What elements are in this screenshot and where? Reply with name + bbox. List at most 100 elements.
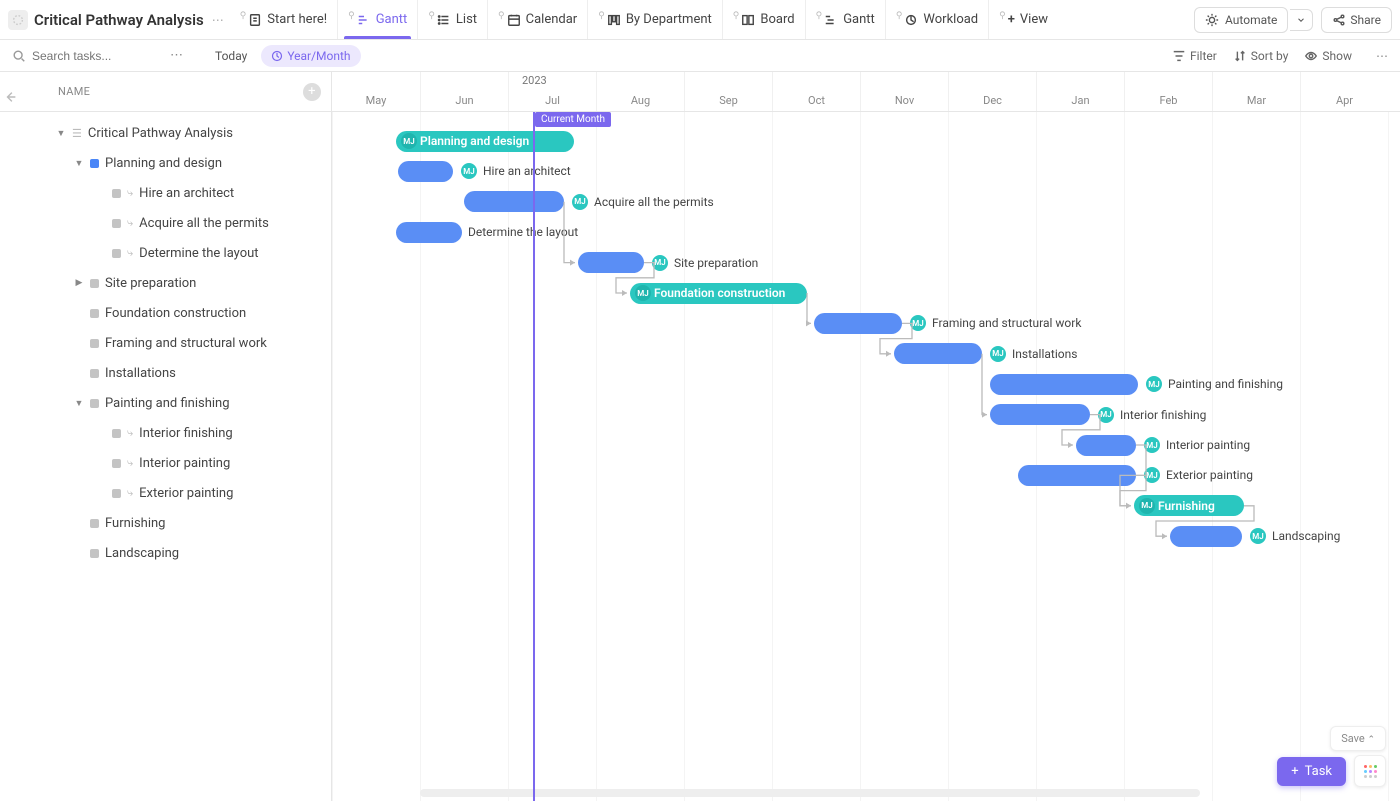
tree-row[interactable]: Exterior painting (40, 478, 323, 508)
status-icon[interactable] (90, 519, 99, 528)
pin-icon[interactable]: ⋯ (212, 13, 224, 27)
automate-caret[interactable] (1290, 9, 1313, 31)
gantt-body[interactable]: Current MonthMJPlanning and designMJHire… (332, 112, 1400, 801)
tree-row[interactable]: ▼☰Critical Pathway Analysis (40, 118, 323, 148)
sort-button[interactable]: Sort by (1233, 49, 1289, 63)
assignee-avatar[interactable]: MJ (1250, 528, 1266, 544)
new-task-button[interactable]: +Task (1277, 757, 1346, 786)
gantt-bar-row[interactable]: MJSite preparation (578, 252, 758, 274)
status-icon[interactable] (112, 219, 121, 228)
gantt-bar[interactable]: MJPlanning and design (396, 131, 574, 152)
assignee-avatar[interactable]: MJ (990, 346, 1006, 362)
caret-down-icon[interactable]: ▼ (74, 398, 84, 409)
horizontal-scrollbar[interactable] (420, 789, 1200, 797)
view-tab-board[interactable]: ⚲Board (722, 0, 805, 39)
view-tab-workload[interactable]: ⚲Workload (885, 0, 988, 39)
assignee-avatar[interactable]: MJ (1146, 376, 1162, 392)
assignee-avatar[interactable]: MJ (635, 285, 651, 301)
gantt-bar[interactable]: MJFurnishing (1134, 495, 1244, 516)
gantt-bar[interactable]: MJFoundation construction (630, 283, 807, 304)
gantt-bar[interactable] (578, 252, 644, 273)
status-icon[interactable] (90, 309, 99, 318)
caret-down-icon[interactable]: ▼ (56, 128, 66, 139)
status-icon[interactable] (90, 369, 99, 378)
gantt-bar[interactable] (398, 161, 453, 182)
gantt-bar[interactable] (464, 191, 564, 212)
tree-row[interactable]: Landscaping (40, 538, 323, 568)
sidebar-collapse-icon[interactable] (4, 90, 18, 108)
caret-right-icon[interactable]: ▶ (74, 278, 84, 288)
assignee-avatar[interactable]: MJ (910, 315, 926, 331)
add-column-icon[interactable]: + (303, 83, 321, 101)
tree-row[interactable]: Installations (40, 358, 323, 388)
tree-row[interactable]: Foundation construction (40, 298, 323, 328)
caret-down-icon[interactable]: ▼ (74, 158, 84, 169)
tree-row[interactable]: Furnishing (40, 508, 323, 538)
gantt-bar[interactable] (894, 343, 982, 364)
apps-button[interactable] (1354, 755, 1386, 787)
tree-row[interactable]: Interior finishing (40, 418, 323, 448)
assignee-avatar[interactable]: MJ (461, 163, 477, 179)
gantt-bar-row[interactable]: MJInstallations (894, 343, 1077, 365)
save-button[interactable]: Save ⌃ (1330, 726, 1386, 751)
tree-row[interactable]: Framing and structural work (40, 328, 323, 358)
gantt-bar[interactable] (990, 404, 1090, 425)
show-button[interactable]: Show (1304, 49, 1352, 63)
gantt-bar[interactable] (1018, 465, 1136, 486)
today-button[interactable]: Today (215, 49, 247, 63)
gantt-bar-row[interactable]: MJAcquire all the permits (464, 191, 714, 213)
tree-row[interactable]: Hire an architect (40, 178, 323, 208)
gantt-bar-row[interactable]: MJHire an architect (398, 160, 571, 182)
search-icon[interactable] (12, 49, 26, 63)
status-icon[interactable] (112, 429, 121, 438)
status-icon[interactable] (90, 339, 99, 348)
view-tab-list[interactable]: ⚲List (417, 0, 487, 39)
gantt-bar-row[interactable]: MJExterior painting (1018, 464, 1253, 486)
assignee-avatar[interactable]: MJ (401, 133, 417, 149)
gantt-bar[interactable] (1076, 435, 1136, 456)
filter-button[interactable]: Filter (1172, 49, 1217, 63)
view-tab-by-department[interactable]: ⚲By Department (587, 0, 722, 39)
automate-button[interactable]: Automate (1194, 7, 1288, 33)
status-icon[interactable] (112, 189, 121, 198)
gantt-bar-row[interactable]: MJLandscaping (1170, 525, 1340, 547)
status-icon[interactable] (90, 549, 99, 558)
view-tab-calendar[interactable]: ⚲Calendar (487, 0, 587, 39)
status-icon[interactable] (90, 279, 99, 288)
share-button[interactable]: Share (1321, 7, 1392, 33)
view-tab-gantt[interactable]: ⚲Gantt (337, 0, 417, 39)
assignee-avatar[interactable]: MJ (652, 255, 668, 271)
gantt-bar[interactable] (1170, 526, 1242, 547)
gantt-bar[interactable] (990, 374, 1138, 395)
gantt-bar-row[interactable]: MJFurnishing (1134, 495, 1244, 517)
tree-row[interactable]: ▶Site preparation (40, 268, 323, 298)
assignee-avatar[interactable]: MJ (1139, 498, 1155, 514)
tree-row[interactable]: ▼Painting and finishing (40, 388, 323, 418)
tree-row[interactable]: Acquire all the permits (40, 208, 323, 238)
tree-row[interactable]: Determine the layout (40, 238, 323, 268)
zoom-scale-pill[interactable]: Year/Month (261, 45, 360, 67)
gantt-bar-row[interactable]: MJInterior finishing (990, 404, 1206, 426)
gantt-bar-row[interactable]: Determine the layout (396, 221, 578, 243)
assignee-avatar[interactable]: MJ (572, 194, 588, 210)
status-icon[interactable] (90, 399, 99, 408)
tree-row[interactable]: ▼Planning and design (40, 148, 323, 178)
view-tab-start-here-[interactable]: ⚲Start here! (230, 0, 337, 39)
toolbar-more-icon[interactable]: ⋯ (1376, 49, 1388, 63)
assignee-avatar[interactable]: MJ (1144, 437, 1160, 453)
status-icon[interactable] (112, 459, 121, 468)
gantt-bar-row[interactable]: MJPainting and finishing (990, 373, 1283, 395)
gantt-bar-row[interactable]: MJPlanning and design (396, 130, 574, 152)
status-icon[interactable] (112, 249, 121, 258)
gantt-bar-row[interactable]: MJFraming and structural work (814, 312, 1081, 334)
project-title[interactable]: Critical Pathway Analysis (34, 11, 204, 29)
gantt-bar[interactable] (814, 313, 902, 334)
search-input[interactable] (32, 49, 162, 63)
search-more-icon[interactable]: ⋯ (170, 48, 183, 63)
gantt-bar-row[interactable]: MJFoundation construction (630, 282, 807, 304)
gantt-bar-row[interactable]: MJInterior painting (1076, 434, 1250, 456)
status-icon[interactable] (112, 489, 121, 498)
tree-row[interactable]: Interior painting (40, 448, 323, 478)
view-tab-gantt[interactable]: ⚲Gantt (805, 0, 885, 39)
assignee-avatar[interactable]: MJ (1144, 467, 1160, 483)
